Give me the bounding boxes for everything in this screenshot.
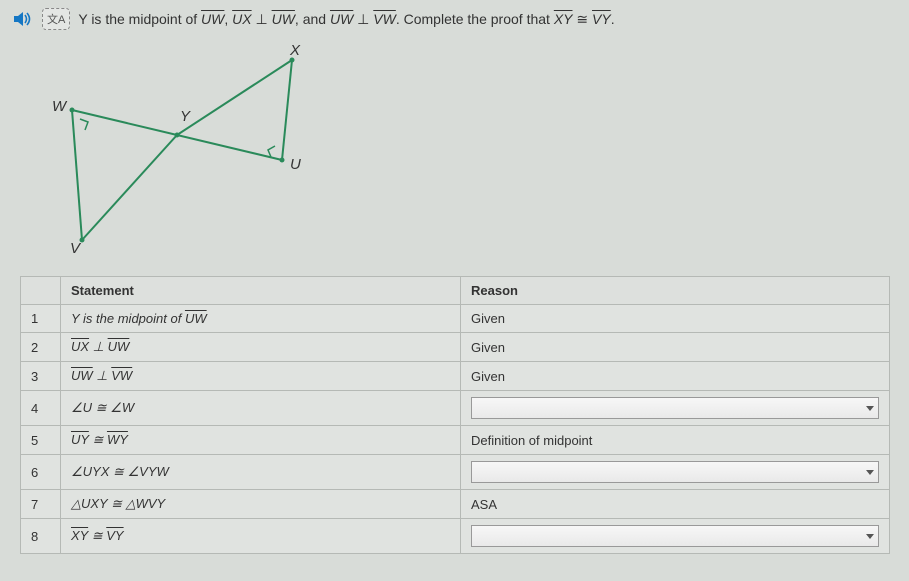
statement-cell: △UXY ≅ △WVY	[61, 490, 461, 519]
chevron-down-icon	[866, 406, 874, 411]
point-u-label: U	[290, 156, 301, 173]
point-y-label: Y	[180, 108, 190, 125]
row-number: 1	[21, 305, 61, 333]
table-row: 2 UX ⊥ UW Given	[21, 333, 890, 362]
table-row: 6 ∠UYX ≅ ∠VYW	[21, 455, 890, 490]
reason-cell: ASA	[461, 490, 890, 519]
statement-cell: XY ≅ VY	[61, 519, 461, 554]
statement-cell: UW ⊥ VW	[61, 362, 461, 391]
reason-cell	[461, 455, 890, 490]
reason-dropdown[interactable]	[471, 397, 879, 419]
statement-cell: Y is the midpoint of UW	[61, 305, 461, 333]
table-row: 1 Y is the midpoint of UW Given	[21, 305, 890, 333]
statement-cell: UY ≅ WY	[61, 426, 461, 455]
row-number: 7	[21, 490, 61, 519]
point-x-label: X	[290, 42, 300, 59]
point-w-label: W	[52, 98, 66, 115]
segment-uw: UW	[201, 11, 224, 27]
statement-cell: ∠UYX ≅ ∠VYW	[61, 455, 461, 490]
header-statement: Statement	[61, 277, 461, 305]
point-v-label: V	[70, 240, 80, 257]
reason-cell: Given	[461, 305, 890, 333]
proof-table: Statement Reason 1 Y is the midpoint of …	[20, 276, 890, 554]
table-row: 3 UW ⊥ VW Given	[21, 362, 890, 391]
audio-icon[interactable]	[12, 9, 34, 29]
row-number: 2	[21, 333, 61, 362]
table-row: 7 △UXY ≅ △WVY ASA	[21, 490, 890, 519]
reason-cell: Given	[461, 362, 890, 391]
segment-vw: VW	[373, 11, 396, 27]
segment-uw3: UW	[330, 11, 353, 27]
chevron-down-icon	[866, 534, 874, 539]
problem-prompt: Y is the midpoint of UW, UX ⊥ UW, and UW…	[78, 11, 897, 28]
table-row: 8 XY ≅ VY	[21, 519, 890, 554]
chevron-down-icon	[866, 470, 874, 475]
prompt-text: Y is the midpoint of	[78, 11, 201, 27]
geometry-diagram: X U W Y V	[32, 40, 352, 260]
segment-vy: VY	[592, 11, 611, 27]
header-blank	[21, 277, 61, 305]
reason-cell	[461, 391, 890, 426]
segment-uw2: UW	[272, 11, 295, 27]
row-number: 8	[21, 519, 61, 554]
table-row: 5 UY ≅ WY Definition of midpoint	[21, 426, 890, 455]
reason-cell: Given	[461, 333, 890, 362]
row-number: 4	[21, 391, 61, 426]
header-reason: Reason	[461, 277, 890, 305]
row-number: 6	[21, 455, 61, 490]
translate-icon[interactable]: 文A	[42, 8, 70, 30]
row-number: 3	[21, 362, 61, 391]
reason-cell	[461, 519, 890, 554]
segment-xy: XY	[554, 11, 573, 27]
table-row: 4 ∠U ≅ ∠W	[21, 391, 890, 426]
statement-cell: ∠U ≅ ∠W	[61, 391, 461, 426]
segment-ux: UX	[232, 11, 251, 27]
row-number: 5	[21, 426, 61, 455]
reason-dropdown[interactable]	[471, 461, 879, 483]
reason-cell: Definition of midpoint	[461, 426, 890, 455]
statement-cell: UX ⊥ UW	[61, 333, 461, 362]
reason-dropdown[interactable]	[471, 525, 879, 547]
